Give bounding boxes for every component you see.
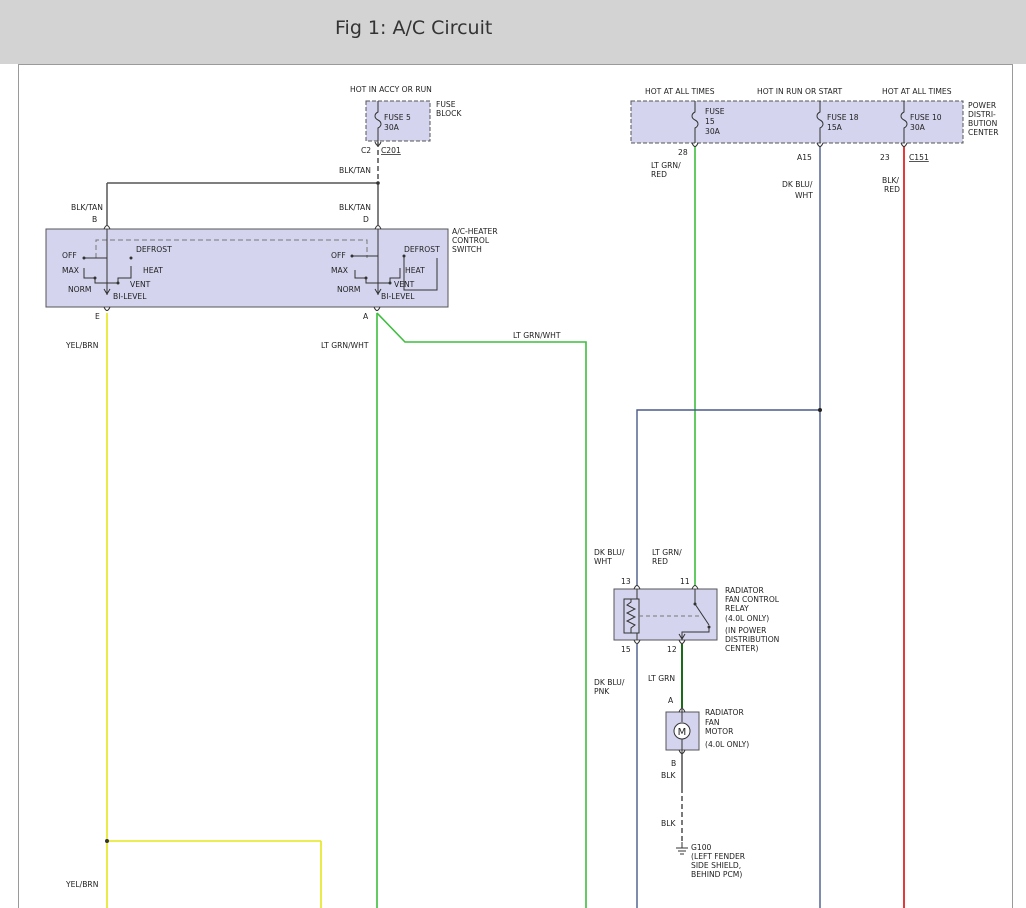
pdc-label: POWER: [968, 101, 997, 110]
fuse-label: FUSE 10: [910, 113, 942, 122]
fuse-label: 15A: [827, 123, 843, 132]
switch-position: BI-LEVEL: [113, 292, 147, 301]
motor-label: MOTOR: [705, 727, 734, 736]
switch-label: SWITCH: [452, 245, 482, 254]
pdc-label: BUTION: [968, 119, 997, 128]
wire-label: BLK/: [882, 176, 899, 185]
wire-label: BLK/TAN: [339, 166, 371, 175]
wire-label: DK BLU/: [594, 548, 625, 557]
pin-label: E: [95, 312, 100, 321]
connector-name: C151: [909, 153, 929, 162]
switch-position: VENT: [130, 280, 151, 289]
connector-pin: C2: [361, 146, 371, 155]
splice-dot: [105, 839, 109, 843]
pdc-hot-label: HOT AT ALL TIMES: [645, 87, 715, 96]
pin-label: 11: [680, 577, 690, 586]
relay-label: RELAY: [725, 604, 749, 613]
wire-label: BLK: [661, 819, 676, 828]
motor-symbol: M: [678, 727, 687, 738]
fuse-label: 30A: [910, 123, 926, 132]
motor-label: RADIATOR: [705, 708, 744, 717]
switch-position: HEAT: [143, 266, 163, 275]
relay-label: DISTRIBUTION: [725, 635, 779, 644]
fuse-block-label: FUSE: [436, 100, 456, 109]
motor-label: (4.0L ONLY): [705, 740, 749, 749]
switch-position: DEFROST: [404, 245, 440, 254]
switch-position: OFF: [331, 251, 346, 260]
splice-dot: [376, 181, 380, 185]
pin-label: 15: [621, 645, 631, 654]
pin-label: D: [363, 215, 369, 224]
switch-position: DEFROST: [136, 245, 172, 254]
switch-position: NORM: [68, 285, 92, 294]
connector-pin: 23: [880, 153, 890, 162]
ground-label: (LEFT FENDER: [691, 852, 746, 861]
wire-label: LT GRN/: [651, 161, 681, 170]
switch-position: OFF: [62, 251, 77, 260]
pdc-hot-label: HOT AT ALL TIMES: [882, 87, 952, 96]
fuse-block-hot-label: HOT IN ACCY OR RUN: [350, 85, 432, 94]
fuse-label: 15: [705, 117, 715, 126]
switch-position: NORM: [337, 285, 361, 294]
relay-label: (IN POWER: [725, 626, 767, 635]
relay-label: FAN CONTROL: [725, 595, 780, 604]
wire-label: LT GRN: [648, 674, 675, 683]
wire-label: YEL/BRN: [65, 341, 98, 350]
pin-label: A: [668, 696, 674, 705]
wire-label: DK BLU/: [782, 180, 813, 189]
relay-label: (4.0L ONLY): [725, 614, 769, 623]
pin-label: B: [671, 759, 676, 768]
pdc-label: DISTRI-: [968, 110, 996, 119]
switch-position: BI-LEVEL: [381, 292, 415, 301]
pdc-hot-label: HOT IN RUN OR START: [757, 87, 842, 96]
wire-label: DK BLU/: [594, 678, 625, 687]
pin-label: 12: [667, 645, 677, 654]
wire-label: BLK: [661, 771, 676, 780]
wire-label: RED: [884, 185, 900, 194]
wire-label: YEL/BRN: [65, 880, 98, 889]
fuse-name: FUSE 5: [384, 113, 411, 122]
fuse-rating: 30A: [384, 123, 400, 132]
ground-label: G100: [691, 843, 712, 852]
pin-label: A: [363, 312, 369, 321]
fuse-block-label: BLOCK: [436, 109, 462, 118]
wire-lt-grn-wht-right: [376, 312, 587, 908]
switch-label: A/C-HEATER: [452, 227, 498, 236]
pdc-label: CENTER: [968, 128, 999, 137]
connector-name: C201: [381, 146, 401, 155]
wire-label: WHT: [594, 557, 612, 566]
pin-label: 13: [621, 577, 631, 586]
wire-label: LT GRN/: [652, 548, 682, 557]
wire-label: LT GRN/WHT: [321, 341, 369, 350]
ground-icon: [676, 842, 688, 855]
switch-position: HEAT: [405, 266, 425, 275]
splice-dot: [818, 408, 822, 412]
wire-label: BLK/TAN: [71, 203, 103, 212]
switch-position: VENT: [394, 280, 415, 289]
pin-label: B: [92, 215, 97, 224]
wire-label: LT GRN/WHT: [513, 331, 561, 340]
ground-label: BEHIND PCM): [691, 870, 742, 879]
wire-label: RED: [652, 557, 668, 566]
wire-label: BLK/TAN: [339, 203, 371, 212]
wire-label: PNK: [594, 687, 610, 696]
power-distribution-center: [630, 100, 964, 144]
switch-position: MAX: [331, 266, 348, 275]
wire-label: RED: [651, 170, 667, 179]
relay-label: RADIATOR: [725, 586, 764, 595]
connector-pin: A15: [797, 153, 812, 162]
wire-label: WHT: [795, 191, 813, 200]
radiator-fan-control-relay: [613, 588, 718, 641]
connector-pin: 28: [678, 148, 688, 157]
fuse-label: 30A: [705, 127, 721, 136]
fuse-label: FUSE 18: [827, 113, 859, 122]
switch-label: CONTROL: [452, 236, 490, 245]
fuse-label: FUSE: [705, 107, 725, 116]
motor-label: FAN: [705, 718, 720, 727]
relay-label: CENTER): [725, 644, 758, 653]
switch-position: MAX: [62, 266, 79, 275]
ground-label: SIDE SHIELD,: [691, 861, 741, 870]
wiring-diagram: HOT IN ACCY OR RUN FUSE 5 30A FUSE BLOCK…: [45, 85, 999, 908]
